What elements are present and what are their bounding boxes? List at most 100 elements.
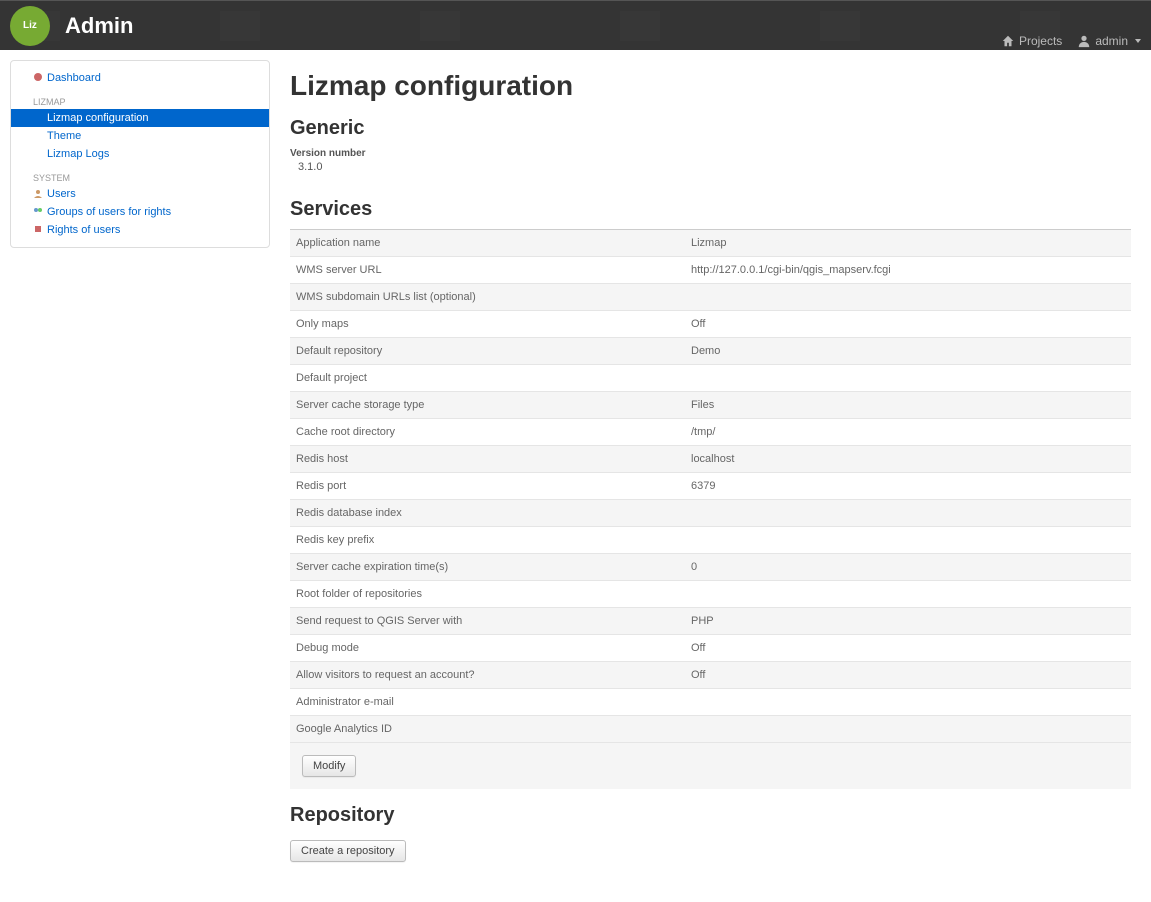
version-label: Version number	[290, 148, 1131, 159]
table-row: Debug modeOff	[290, 635, 1131, 662]
table-cell-key: Application name	[296, 237, 691, 249]
home-icon	[1001, 34, 1015, 48]
sidebar-item-label: Users	[47, 188, 76, 200]
page-title: Lizmap configuration	[290, 70, 1131, 102]
sidebar: Dashboard LIZMAP Lizmap configuration Th…	[10, 60, 270, 248]
modify-button[interactable]: Modify	[302, 755, 356, 777]
table-cell-value: PHP	[691, 615, 1125, 627]
table-row: Application nameLizmap	[290, 230, 1131, 257]
sidebar-item-label: Rights of users	[47, 224, 120, 236]
table-cell-value	[691, 507, 1125, 519]
chevron-down-icon	[1135, 39, 1141, 43]
table-cell-key: Cache root directory	[296, 426, 691, 438]
table-cell-key: Redis port	[296, 480, 691, 492]
table-row: Redis hostlocalhost	[290, 446, 1131, 473]
services-table: Application nameLizmapWMS server URLhttp…	[290, 229, 1131, 743]
table-row: Redis key prefix	[290, 527, 1131, 554]
table-cell-value: localhost	[691, 453, 1125, 465]
sidebar-group-lizmap: LIZMAP	[11, 93, 269, 109]
table-cell-key: Google Analytics ID	[296, 723, 691, 735]
table-cell-value: 6379	[691, 480, 1125, 492]
table-cell-value: Off	[691, 318, 1125, 330]
sidebar-item-label: Dashboard	[47, 72, 101, 84]
table-cell-value	[691, 534, 1125, 546]
table-cell-value	[691, 696, 1125, 708]
table-cell-key: Send request to QGIS Server with	[296, 615, 691, 627]
brand-logo: Liz	[10, 6, 50, 46]
table-cell-key: Allow visitors to request an account?	[296, 669, 691, 681]
nav-user-dropdown[interactable]: admin	[1077, 34, 1141, 48]
table-row: Redis database index	[290, 500, 1131, 527]
create-repository-button[interactable]: Create a repository	[290, 840, 406, 862]
table-cell-key: Only maps	[296, 318, 691, 330]
rights-icon	[33, 224, 43, 234]
user-icon	[1077, 34, 1091, 48]
table-cell-value: Demo	[691, 345, 1125, 357]
table-cell-key: Administrator e-mail	[296, 696, 691, 708]
repository-heading: Repository	[290, 804, 1131, 827]
table-cell-value: Lizmap	[691, 237, 1125, 249]
table-cell-value: Off	[691, 642, 1125, 654]
nav-projects-link[interactable]: Projects	[1001, 34, 1062, 48]
table-row: Root folder of repositories	[290, 581, 1131, 608]
table-cell-key: Debug mode	[296, 642, 691, 654]
nav-projects-label: Projects	[1019, 34, 1062, 48]
table-row: Server cache expiration time(s)0	[290, 554, 1131, 581]
table-row: Google Analytics ID	[290, 716, 1131, 743]
table-cell-key: WMS server URL	[296, 264, 691, 276]
sidebar-item-dashboard[interactable]: Dashboard	[11, 69, 269, 87]
table-cell-value	[691, 588, 1125, 600]
dashboard-icon	[33, 72, 43, 82]
table-row: Send request to QGIS Server withPHP	[290, 608, 1131, 635]
table-cell-value: 0	[691, 561, 1125, 573]
table-row: Default repositoryDemo	[290, 338, 1131, 365]
users-icon	[33, 188, 43, 198]
table-cell-value: Off	[691, 669, 1125, 681]
groups-icon	[33, 206, 43, 216]
table-cell-key: Redis key prefix	[296, 534, 691, 546]
table-cell-key: Redis host	[296, 453, 691, 465]
table-cell-value	[691, 372, 1125, 384]
table-cell-key: Default project	[296, 372, 691, 384]
table-row: Allow visitors to request an account?Off	[290, 662, 1131, 689]
generic-heading: Generic	[290, 117, 1131, 140]
table-cell-value	[691, 291, 1125, 303]
services-heading: Services	[290, 198, 1131, 221]
table-cell-value: http://127.0.0.1/cgi-bin/qgis_mapserv.fc…	[691, 264, 1125, 276]
table-cell-key: Root folder of repositories	[296, 588, 691, 600]
table-row: WMS server URLhttp://127.0.0.1/cgi-bin/q…	[290, 257, 1131, 284]
main-content: Lizmap configuration Generic Version num…	[290, 60, 1141, 862]
table-row: Only mapsOff	[290, 311, 1131, 338]
sidebar-item-label: Theme	[47, 130, 81, 142]
sidebar-item-users[interactable]: Users	[11, 185, 269, 203]
table-cell-value: /tmp/	[691, 426, 1125, 438]
top-navbar: Liz Admin Projects admin	[0, 0, 1151, 50]
brand-logo-text1: Liz	[23, 21, 37, 31]
sidebar-item-theme[interactable]: Theme	[11, 127, 269, 145]
table-row: WMS subdomain URLs list (optional)	[290, 284, 1131, 311]
table-cell-key: Redis database index	[296, 507, 691, 519]
sidebar-item-lizmap-logs[interactable]: Lizmap Logs	[11, 145, 269, 163]
sidebar-item-label: Lizmap Logs	[47, 148, 109, 160]
table-row: Server cache storage typeFiles	[290, 392, 1131, 419]
table-cell-key: Server cache storage type	[296, 399, 691, 411]
sidebar-item-label: Groups of users for rights	[47, 206, 171, 218]
modify-block: Modify	[290, 743, 1131, 789]
table-cell-key: Default repository	[296, 345, 691, 357]
sidebar-group-system: SYSTEM	[11, 169, 269, 185]
table-cell-value	[691, 723, 1125, 735]
table-row: Administrator e-mail	[290, 689, 1131, 716]
sidebar-item-lizmap-configuration[interactable]: Lizmap configuration	[11, 109, 269, 127]
page-brand-title: Admin	[65, 13, 133, 39]
version-value: 3.1.0	[290, 159, 1131, 183]
table-cell-key: Server cache expiration time(s)	[296, 561, 691, 573]
sidebar-item-label: Lizmap configuration	[47, 112, 149, 124]
sidebar-item-rights-users[interactable]: Rights of users	[11, 221, 269, 239]
table-row: Default project	[290, 365, 1131, 392]
sidebar-item-groups-rights[interactable]: Groups of users for rights	[11, 203, 269, 221]
table-cell-value: Files	[691, 399, 1125, 411]
table-row: Redis port6379	[290, 473, 1131, 500]
nav-user-label: admin	[1095, 34, 1128, 48]
table-row: Cache root directory/tmp/	[290, 419, 1131, 446]
table-cell-key: WMS subdomain URLs list (optional)	[296, 291, 691, 303]
